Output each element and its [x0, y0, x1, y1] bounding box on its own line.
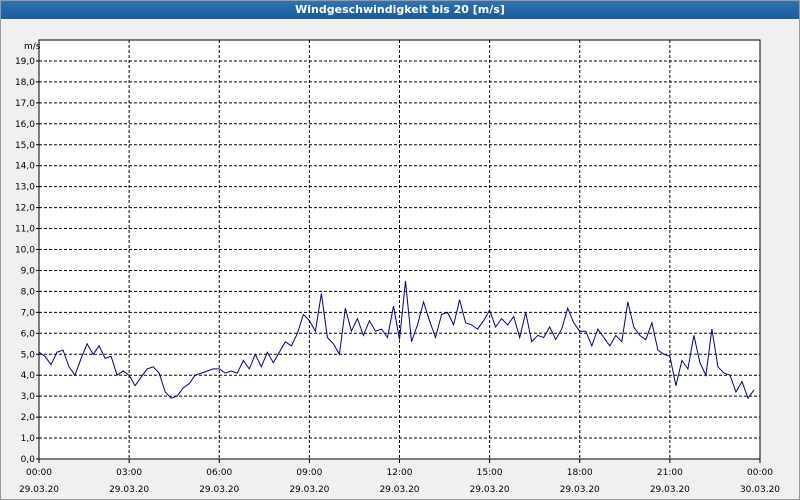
x-tick-time-label: 00:00	[747, 468, 773, 478]
y-tick-label: 9,0	[21, 266, 36, 276]
wind-speed-chart: 0,0 1,0 2,0 3,0 4,0 5,0 6,0 7,0 8,0 9,0 10,0 11,0 12…	[15, 39, 780, 495]
x-tick-time-label: 03:00	[116, 468, 142, 478]
x-tick-time-label: 09:00	[296, 468, 322, 478]
y-tick-label: 8,0	[21, 287, 36, 297]
y-tick-label: 15,0	[15, 141, 35, 151]
y-tick-label: 11,0	[15, 225, 35, 235]
x-tick-date-label: 29.03.20	[19, 485, 59, 495]
x-tick-date-label: 29.03.20	[650, 485, 690, 495]
x-tick-date-label: 30.03.20	[740, 485, 780, 495]
x-tick-time-label: 00:00	[26, 468, 52, 478]
y-tick-label: 19,0	[15, 57, 35, 67]
y-tick-label: 13,0	[15, 183, 35, 193]
x-tick-date-label: 29.03.20	[289, 485, 329, 495]
y-tick-label: 1,0	[21, 434, 36, 444]
x-tick-date-label: 29.03.20	[109, 485, 149, 495]
y-axis-label: m/s	[24, 42, 41, 52]
y-tick-label: 10,0	[15, 246, 35, 256]
x-tick-time-label: 18:00	[567, 468, 593, 478]
x-tick-time-label: 12:00	[387, 468, 413, 478]
x-tick-time-label: 15:00	[477, 468, 503, 478]
x-tick-date-label: 29.03.20	[470, 485, 510, 495]
x-tick-date-label: 29.03.20	[560, 485, 600, 495]
y-tick-label: 4,0	[21, 371, 36, 381]
y-tick-label: 18,0	[15, 78, 35, 88]
y-tick-label: 0,0	[21, 455, 36, 465]
x-tick-time-label: 06:00	[206, 468, 232, 478]
y-tick-label: 5,0	[21, 350, 36, 360]
y-tick-label: 6,0	[21, 329, 36, 339]
y-tick-label: 16,0	[15, 120, 35, 130]
y-tick-label: 3,0	[21, 392, 36, 402]
y-tick-label: 2,0	[21, 413, 36, 423]
y-tick-label: 7,0	[21, 308, 36, 318]
x-tick-date-label: 29.03.20	[379, 485, 419, 495]
y-axis-ticks: 0,0 1,0 2,0 3,0 4,0 5,0 6,0 7,0 8,0 9,0 10,0 11,0 12…	[15, 57, 39, 465]
y-tick-label: 12,0	[15, 204, 35, 214]
y-tick-label: 14,0	[15, 162, 35, 172]
x-axis-ticks: 00:00 29.03.20 03:00 29.03.20 06:00 29.03.20 0…	[19, 459, 780, 495]
x-tick-time-label: 21:00	[657, 468, 683, 478]
y-tick-label: 17,0	[15, 99, 35, 109]
x-tick-date-label: 29.03.20	[199, 485, 239, 495]
